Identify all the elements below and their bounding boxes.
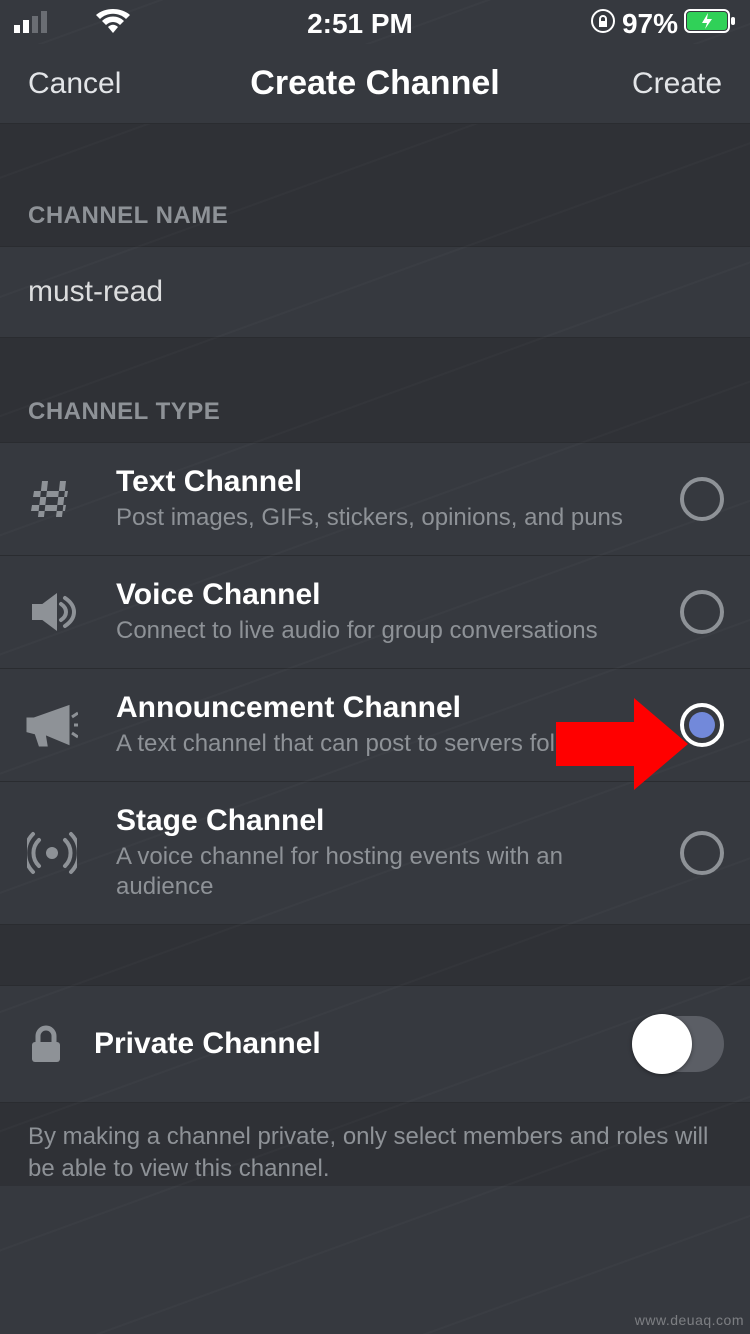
lock-icon [22,1024,70,1064]
cancel-button[interactable]: Cancel [28,67,121,101]
channel-type-list: Text Channel Post images, GIFs, stickers… [0,442,750,925]
channel-name-row[interactable] [0,246,750,338]
private-footnote: By making a channel private, only select… [0,1103,750,1186]
type-title: Text Channel [116,465,654,499]
channel-type-stage[interactable]: Stage Channel A voice channel for hostin… [0,782,750,924]
status-bar: 2:51 PM 97% [0,0,750,44]
type-subtitle: Post images, GIFs, stickers, opinions, a… [116,503,654,533]
create-button[interactable]: Create [632,67,722,101]
status-time: 2:51 PM [307,8,413,40]
nav-bar: Cancel Create Channel Create [0,44,750,124]
private-channel-label: Private Channel [70,1027,632,1061]
section-spacer [0,124,750,202]
type-title: Stage Channel [116,804,654,838]
type-subtitle: A voice channel for hosting events with … [116,842,654,902]
wifi-icon [96,9,130,40]
hash-icon [22,469,82,529]
type-subtitle: Connect to live audio for group conversa… [116,616,654,646]
cell-signal-icon [14,9,48,40]
section-spacer [0,925,750,985]
private-toggle[interactable] [632,1016,724,1072]
megaphone-icon [22,695,82,755]
watermark-text: www.deuaq.com [635,1312,744,1328]
annotation-arrow-icon [556,698,688,795]
type-title: Voice Channel [116,578,654,612]
speaker-icon [22,582,82,642]
section-header-channel-type: CHANNEL TYPE [0,398,750,442]
channel-type-voice[interactable]: Voice Channel Connect to live audio for … [0,556,750,669]
section-spacer [0,338,750,398]
radio-button[interactable] [680,590,724,634]
section-header-channel-name: CHANNEL NAME [0,202,750,246]
battery-charging-icon [684,9,736,40]
private-channel-row: Private Channel [0,985,750,1103]
battery-pct: 97% [622,8,678,40]
orientation-lock-icon [590,8,616,41]
channel-name-input[interactable] [28,275,722,309]
radio-button[interactable] [680,831,724,875]
channel-type-text[interactable]: Text Channel Post images, GIFs, stickers… [0,443,750,556]
radio-button[interactable] [680,477,724,521]
stage-icon [22,823,82,883]
